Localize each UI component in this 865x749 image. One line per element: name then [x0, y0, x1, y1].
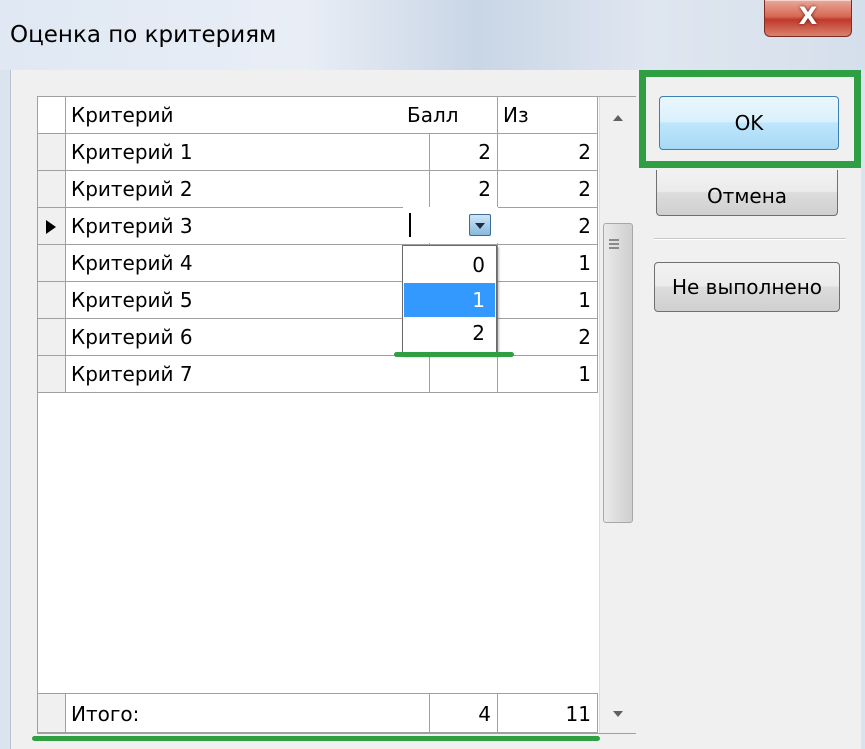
max-cell: 1 — [498, 245, 598, 282]
cancel-button[interactable]: Отмена — [656, 170, 838, 216]
row-indicator[interactable] — [38, 319, 66, 356]
table-row[interactable]: Критерий 2 2 2 — [38, 171, 598, 208]
criterion-name: Критерий 6 — [66, 319, 430, 356]
max-cell: 2 — [498, 134, 598, 171]
table-row[interactable]: Критерий 3 2 — [38, 208, 598, 245]
max-cell: 2 — [498, 208, 598, 245]
table-row[interactable]: Критерий 1 2 2 — [38, 134, 598, 171]
dropdown-option-selected[interactable]: 1 — [404, 283, 495, 317]
close-button[interactable]: X — [764, 0, 852, 37]
column-header-criterion[interactable]: Критерий — [66, 97, 430, 134]
footer-label: Итого: — [66, 693, 430, 733]
criterion-name: Критерий 4 — [66, 245, 430, 282]
score-cell[interactable]: 2 — [402, 134, 498, 171]
button-separator — [654, 238, 846, 240]
table-row[interactable]: Критерий 5 1 — [38, 282, 598, 319]
criterion-name: Критерий 5 — [66, 282, 430, 319]
max-cell: 1 — [498, 282, 598, 319]
score-cell[interactable] — [402, 356, 498, 393]
max-cell: 2 — [498, 171, 598, 208]
green-highlight-frame — [639, 70, 861, 168]
row-indicator[interactable] — [38, 282, 66, 319]
column-header-score[interactable]: Балл — [402, 97, 498, 134]
green-underline-mark — [394, 352, 514, 357]
scroll-up-arrow-icon[interactable] — [600, 97, 636, 133]
combo-dropdown-button[interactable] — [469, 214, 491, 236]
table-row[interactable]: Критерий 7 1 — [38, 356, 598, 393]
score-combo-editor[interactable] — [403, 207, 498, 243]
max-cell: 1 — [498, 356, 598, 393]
title-bar: Оценка по критериям X — [0, 0, 865, 70]
vertical-scrollbar[interactable] — [599, 97, 636, 733]
scroll-grip-icon — [609, 239, 619, 241]
green-underline-mark — [32, 736, 600, 741]
current-row-arrow-icon — [46, 220, 56, 234]
score-cell[interactable]: 2 — [402, 171, 498, 208]
footer-indicator-cell — [38, 693, 66, 733]
row-indicator[interactable] — [38, 171, 66, 208]
scrollbar-thumb[interactable] — [603, 223, 633, 523]
criterion-name: Критерий 7 — [66, 356, 430, 393]
window-title: Оценка по критериям — [10, 22, 277, 48]
scroll-down-arrow-icon[interactable] — [600, 697, 636, 733]
dropdown-option[interactable]: 2 — [404, 316, 495, 350]
criterion-name: Критерий 3 — [66, 208, 430, 245]
row-indicator[interactable] — [38, 356, 66, 393]
close-icon: X — [798, 2, 818, 30]
row-indicator[interactable] — [38, 134, 66, 171]
table-row[interactable]: Критерий 4 1 — [38, 245, 598, 282]
criteria-grid[interactable]: Критерий Балл Из Критерий 1 2 2 Критерий… — [37, 96, 636, 734]
footer-score-total: 4 — [402, 693, 498, 733]
grid-footer-row: Итого: 4 11 — [38, 693, 598, 733]
footer-max-total: 11 — [498, 693, 598, 733]
not-done-button[interactable]: Не выполнено — [654, 262, 840, 312]
column-header-max[interactable]: Из — [498, 97, 598, 134]
grid-header-row: Критерий Балл Из — [38, 97, 598, 134]
text-caret — [409, 213, 411, 237]
dropdown-option[interactable]: 0 — [404, 248, 495, 282]
criterion-name: Критерий 2 — [66, 171, 430, 208]
header-indicator-cell — [38, 97, 66, 134]
table-row[interactable]: Критерий 6 2 — [38, 319, 598, 356]
criterion-name: Критерий 1 — [66, 134, 430, 171]
max-cell: 2 — [498, 319, 598, 356]
score-dropdown-list[interactable]: 0 1 2 — [402, 245, 497, 355]
row-indicator[interactable] — [38, 245, 66, 282]
row-indicator[interactable] — [38, 208, 66, 245]
